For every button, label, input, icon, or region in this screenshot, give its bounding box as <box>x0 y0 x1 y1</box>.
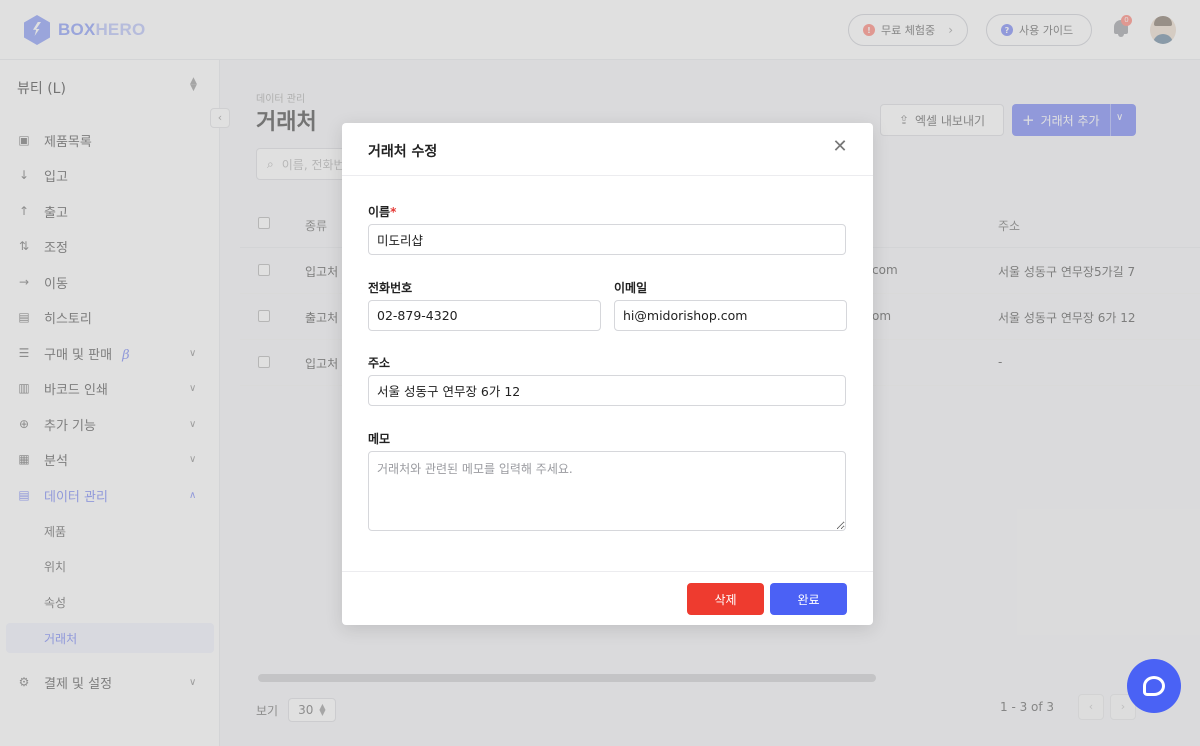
close-icon[interactable]: ✕ <box>830 137 850 157</box>
name-field[interactable] <box>368 224 846 255</box>
delete-button[interactable]: 삭제 <box>687 583 764 615</box>
email-field[interactable] <box>614 300 847 331</box>
phone-label: 전화번호 <box>368 281 413 295</box>
address-field[interactable] <box>368 375 846 406</box>
dialog-title: 거래처 수정 <box>368 144 438 160</box>
address-label: 주소 <box>368 356 391 370</box>
chat-bubble-icon <box>1143 676 1165 696</box>
dialog-header: 거래처 수정 ✕ <box>342 123 873 176</box>
name-label: 이름* <box>368 205 397 219</box>
help-chat-button[interactable] <box>1127 659 1181 713</box>
memo-label: 메모 <box>368 432 391 446</box>
memo-field[interactable] <box>368 451 846 531</box>
email-label: 이메일 <box>614 281 648 295</box>
dialog-footer: 삭제 완료 <box>342 571 873 625</box>
done-button[interactable]: 완료 <box>770 583 847 615</box>
edit-partner-dialog: 거래처 수정 ✕ 이름* 전화번호 이메일 주소 메모 삭제 완료 <box>342 123 873 625</box>
phone-field[interactable] <box>368 300 601 331</box>
